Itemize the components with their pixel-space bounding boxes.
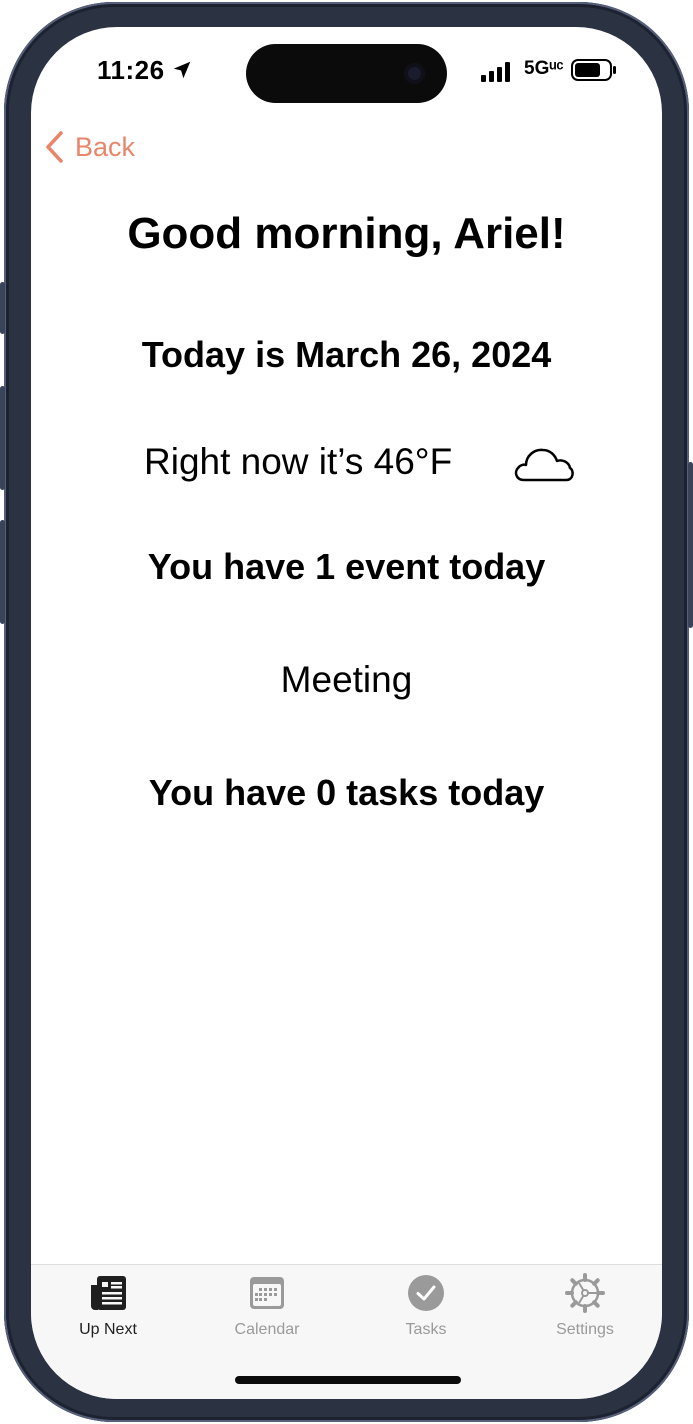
network-type: 5Gᵘᶜ: [524, 58, 564, 79]
tasks-summary: You have 0 tasks today: [148, 772, 545, 813]
volume-down-button: [0, 520, 5, 624]
tab-label: Settings: [556, 1321, 614, 1338]
tab-label: Up Next: [79, 1321, 137, 1338]
volume-up-button: [0, 386, 5, 490]
tab-label: Calendar: [234, 1321, 300, 1338]
status-time: 11:26: [97, 55, 165, 85]
newspaper-icon: [91, 1276, 126, 1310]
battery-icon: [571, 59, 616, 81]
signal-strength-icon: [481, 62, 510, 82]
camera-icon: [404, 63, 425, 84]
tab-tasks[interactable]: Tasks: [356, 1273, 496, 1353]
chevron-left-icon: [46, 131, 63, 163]
tab-label: Tasks: [405, 1321, 447, 1338]
action-button: [0, 282, 5, 334]
location-arrow-icon: [173, 61, 191, 79]
tab-calendar[interactable]: Calendar: [197, 1273, 337, 1353]
gear-icon: [565, 1273, 605, 1313]
tab-settings[interactable]: Settings: [515, 1273, 655, 1353]
cloud-icon: [514, 448, 574, 482]
weather-row: Right now it’s 46°F: [31, 435, 662, 491]
events-summary: You have 1 event today: [147, 546, 546, 587]
screen: 11:26 5Gᵘᶜ Back Good morning, Ariel! Tod…: [31, 27, 662, 1399]
event-item[interactable]: Meeting: [31, 659, 662, 701]
calendar-icon: [250, 1277, 284, 1309]
dynamic-island: [246, 44, 447, 103]
checkmark-circle-icon: [408, 1275, 444, 1311]
tab-up-next[interactable]: Up Next: [38, 1273, 178, 1353]
back-label: Back: [75, 131, 136, 162]
home-indicator[interactable]: [235, 1376, 461, 1384]
greeting-heading: Good morning, Ariel!: [127, 209, 566, 258]
date-line: Today is March 26, 2024: [141, 334, 552, 375]
weather-text: Right now it’s 46°F: [144, 441, 453, 482]
back-button[interactable]: Back: [43, 127, 135, 167]
power-button: [688, 462, 693, 628]
